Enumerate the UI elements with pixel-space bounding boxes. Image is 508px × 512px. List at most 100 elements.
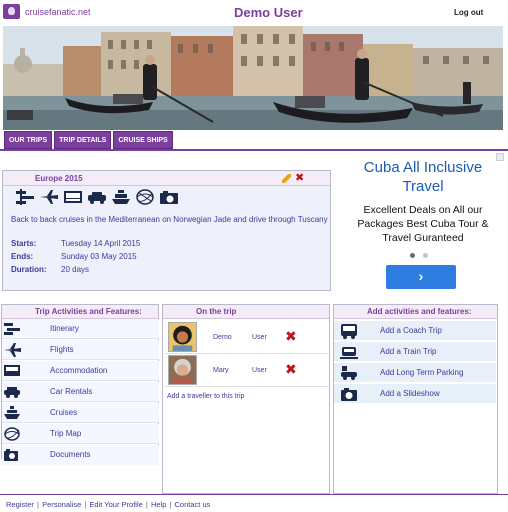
feature-long-term-parking[interactable]: Add Long Term Parking [334, 363, 496, 383]
remove-traveller-icon[interactable]: ✖ [285, 362, 297, 376]
logout-link[interactable]: Log out [454, 8, 483, 17]
features-heading: Add activities and features: [334, 305, 497, 319]
personalise-link[interactable]: Personalise [42, 500, 81, 509]
ad-title[interactable]: Cuba All Inclusive Travel [342, 158, 504, 196]
itinerary-icon [4, 323, 20, 335]
activity-label: Itinerary [50, 324, 79, 333]
activity-label: Cruises [50, 408, 78, 417]
trip-feature-icons [15, 189, 179, 205]
bed-icon[interactable] [63, 189, 83, 205]
main-nav: OUR TRIPS TRIP DETAILS CRUISE SHIPS [4, 131, 173, 149]
camera-icon [4, 449, 18, 461]
edit-pencil-icon[interactable] [282, 174, 291, 183]
activity-label: Accommodation [50, 366, 108, 375]
trip-ends: Ends: Sunday 03 May 2015 [11, 252, 137, 261]
feature-train-trip[interactable]: Add a Train Trip [334, 342, 496, 362]
activity-cruises[interactable]: Cruises [2, 403, 159, 423]
trip-header: Europe 2015 ✖ [3, 171, 330, 186]
avatar [168, 355, 197, 385]
logo-icon [3, 4, 20, 19]
traveller-role: User [252, 334, 267, 341]
nav-divider [0, 149, 508, 151]
logo-text: cruisefanatic.net [25, 6, 91, 17]
camera-icon[interactable] [159, 189, 179, 205]
activity-car-rentals[interactable]: Car Rentals [2, 382, 159, 402]
trip-duration: Duration: 20 days [11, 265, 89, 274]
carousel-dot[interactable] [423, 253, 428, 258]
activities-heading: Trip Activities and Features: [2, 305, 158, 319]
trip-activities-panel: Trip Activities and Features: Itinerary … [1, 304, 159, 465]
traveller-role: User [252, 367, 267, 374]
trip-name: Europe 2015 [35, 174, 83, 183]
plane-icon [4, 343, 21, 357]
feature-label: Add a Slideshow [380, 389, 440, 398]
bus-icon [341, 324, 357, 339]
help-link[interactable]: Help [151, 500, 166, 509]
ship-icon[interactable] [111, 189, 131, 205]
trip-description: Back to back cruises in the Mediterranea… [11, 215, 328, 224]
traveller-row: Demo User ✖ [165, 322, 331, 354]
separator: | [37, 500, 39, 509]
contact-link[interactable]: Contact us [175, 500, 211, 509]
traveller-name: Demo [213, 334, 232, 341]
separator: | [169, 500, 172, 509]
delete-trip-icon[interactable]: ✖ [295, 171, 304, 185]
feature-slideshow[interactable]: Add a Slideshow [334, 384, 496, 404]
starts-label: Starts: [11, 239, 37, 248]
avatar [168, 322, 197, 352]
ends-label: Ends: [11, 252, 34, 261]
tab-our-trips[interactable]: OUR TRIPS [4, 131, 53, 149]
add-features-panel: Add activities and features: Add a Coach… [333, 304, 498, 494]
activity-accommodation[interactable]: Accommodation [2, 361, 159, 381]
car-icon[interactable] [87, 189, 107, 205]
advertisement[interactable]: Cuba All Inclusive Travel Excellent Deal… [342, 153, 504, 290]
add-traveller-link[interactable]: Add a traveller to this trip [167, 393, 244, 400]
globe-icon [4, 427, 20, 441]
duration-label: Duration: [11, 265, 47, 274]
trip-starts: Starts: Tuesday 14 April 2015 [11, 239, 140, 248]
bed-icon [4, 365, 20, 376]
activity-trip-map[interactable]: Trip Map [2, 424, 159, 444]
feature-label: Add a Coach Trip [380, 326, 442, 335]
activity-flights[interactable]: Flights [2, 340, 159, 360]
activity-label: Trip Map [50, 429, 82, 438]
venice-scene [3, 26, 503, 130]
footer-links: Register | Personalise | Edit Your Profi… [6, 500, 210, 509]
trip-summary-panel: Europe 2015 ✖ Back to back cruises in th… [2, 170, 331, 291]
traveller-name: Mary [213, 367, 229, 374]
camera-icon [341, 388, 357, 401]
traveller-row: Mary User ✖ [165, 355, 331, 387]
activity-label: Car Rentals [50, 387, 93, 396]
itinerary-icon[interactable] [15, 189, 35, 205]
feature-label: Add a Train Trip [380, 347, 437, 356]
tab-cruise-ships[interactable]: CRUISE SHIPS [113, 131, 173, 149]
on-trip-heading: On the trip [163, 305, 329, 319]
tab-trip-details[interactable]: TRIP DETAILS [54, 131, 112, 149]
carousel-dot[interactable] [410, 253, 415, 258]
ad-next-button[interactable]: › [386, 265, 456, 289]
parking-icon [341, 366, 357, 380]
banner-image [3, 26, 503, 130]
car-icon [4, 387, 20, 398]
register-link[interactable]: Register [6, 500, 34, 509]
on-the-trip-panel: On the trip Demo User ✖ Mary User ✖ Add … [162, 304, 331, 494]
site-logo[interactable]: cruisefanatic.net [3, 4, 91, 19]
ship-icon [4, 406, 20, 419]
plane-icon[interactable] [39, 189, 59, 205]
feature-coach-trip[interactable]: Add a Coach Trip [334, 321, 496, 341]
activity-itinerary[interactable]: Itinerary [2, 319, 159, 339]
activity-documents[interactable]: Documents [2, 445, 159, 465]
remove-traveller-icon[interactable]: ✖ [285, 329, 297, 343]
separator: | [145, 500, 148, 509]
duration-value: 20 days [61, 265, 90, 274]
globe-icon[interactable] [135, 189, 155, 205]
feature-label: Add Long Term Parking [380, 368, 464, 377]
footer-divider [0, 494, 508, 495]
starts-value: Tuesday 14 April 2015 [61, 239, 141, 248]
activity-label: Documents [50, 450, 91, 459]
ends-value: Sunday 03 May 2015 [61, 252, 137, 261]
edit-profile-link[interactable]: Edit Your Profile [89, 500, 142, 509]
page-title: Demo User [234, 5, 303, 20]
top-bar: cruisefanatic.net Demo User Log out [0, 0, 508, 24]
activity-label: Flights [50, 345, 74, 354]
